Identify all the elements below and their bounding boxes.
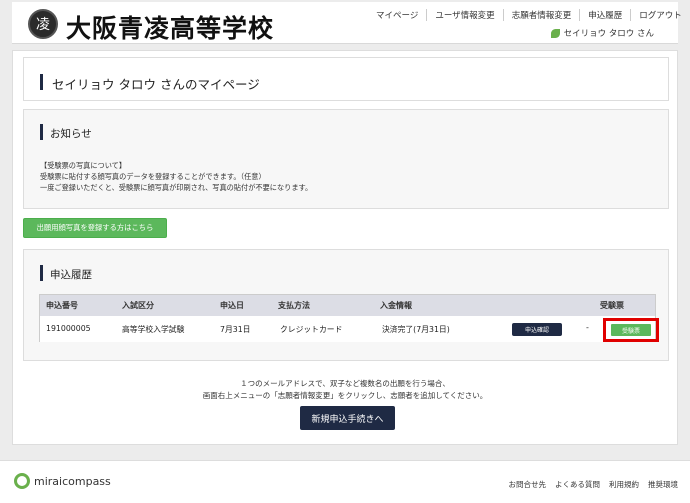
col-date: 申込日 xyxy=(220,301,244,310)
main-panel: セイリョウ タロウ さんのマイページ お知らせ 【受験票の写真について】 受験票… xyxy=(12,50,678,445)
history-title: 申込履歴 xyxy=(50,269,92,281)
register-photo-button[interactable]: 出願用顔写真を登録する方はこちら xyxy=(23,218,167,238)
footer-logo: miraicompass xyxy=(14,473,111,489)
notice-box: お知らせ 【受験票の写真について】 受験票に貼付する顔写真のデータを登録すること… xyxy=(23,109,669,209)
history-accent-bar xyxy=(40,265,43,281)
cell-date: 7月31日 xyxy=(220,325,251,334)
cell-dash: - xyxy=(586,323,589,332)
table-row: 191000005 高等学校入学試験 7月31日 クレジットカード 決済完了(7… xyxy=(40,316,659,342)
school-emblem-icon: 凌 xyxy=(28,9,58,39)
header-panel: 凌 大阪青凌高等学校 マイページ ユーザ情報変更 志願者情報変更 申込履歴 ログ… xyxy=(12,2,682,44)
nav-applicant-info[interactable]: 志願者情報変更 xyxy=(502,9,580,21)
leaf-icon xyxy=(550,28,560,38)
history-table: 申込番号 入試区分 申込日 支払方法 入金情報 受験票 191000005 高等… xyxy=(39,294,659,342)
notice-accent-bar xyxy=(40,124,43,140)
col-voucher: 受験票 xyxy=(600,301,624,310)
nav-mypage[interactable]: マイページ xyxy=(368,9,426,21)
footer-logo-text: miraicompass xyxy=(34,474,111,488)
history-box: 申込履歴 申込番号 入試区分 申込日 支払方法 入金情報 受験票 1910000… xyxy=(23,249,669,361)
cell-payment-info: 決済完了(7月31日) xyxy=(382,325,450,334)
col-payment-info: 入金情報 xyxy=(380,301,412,310)
nav-logout[interactable]: ログアウト xyxy=(630,9,690,21)
school-name: 大阪青凌高等学校 xyxy=(66,14,275,43)
col-number: 申込番号 xyxy=(46,301,78,310)
new-application-button[interactable]: 新規申込手続きへ xyxy=(300,406,395,430)
info-text: １つのメールアドレスで、双子など複数名の出願を行う場合、 画面右上メニューの「志… xyxy=(13,378,677,402)
miraicompass-logo-icon xyxy=(14,473,30,489)
nav-user-info[interactable]: ユーザ情報変更 xyxy=(426,9,502,21)
col-payment-method: 支払方法 xyxy=(278,301,310,310)
nav-history[interactable]: 申込履歴 xyxy=(579,9,630,21)
footer: miraicompass お問合せ先 よくある質問 利用規約 推奨環境 xyxy=(0,460,690,503)
title-accent-bar xyxy=(40,74,43,90)
notice-text: 【受験票の写真について】 受験票に貼付する顔写真のデータを登録することができます… xyxy=(40,160,312,193)
footer-link-faq[interactable]: よくある質問 xyxy=(555,479,600,490)
user-line: セイリョウ タロウ さん xyxy=(550,27,654,39)
notice-line: 【受験票の写真について】 xyxy=(40,161,127,170)
notice-line: 受験票に貼付する顔写真のデータを登録することができます。（任意） xyxy=(40,172,266,181)
voucher-highlight-frame: 受験票 xyxy=(603,318,659,342)
cell-category: 高等学校入学試験 xyxy=(122,325,185,334)
application-detail-button[interactable]: 申込確認 xyxy=(512,323,562,336)
cell-number: 191000005 xyxy=(46,324,91,333)
header: 凌 大阪青凌高等学校 マイページ ユーザ情報変更 志願者情報変更 申込履歴 ログ… xyxy=(0,0,690,46)
footer-link-environment[interactable]: 推奨環境 xyxy=(648,479,678,490)
cell-payment-method: クレジットカード xyxy=(280,325,343,334)
info-line: 画面右上メニューの「志願者情報変更」をクリックし、志願者を追加してください。 xyxy=(202,391,488,400)
exam-voucher-button[interactable]: 受験票 xyxy=(611,324,651,336)
info-line: １つのメールアドレスで、双子など複数名の出願を行う場合、 xyxy=(240,379,450,388)
col-category: 入試区分 xyxy=(122,301,154,310)
table-header: 申込番号 入試区分 申込日 支払方法 入金情報 受験票 xyxy=(40,295,655,316)
user-name: セイリョウ タロウ さん xyxy=(563,29,654,39)
footer-link-terms[interactable]: 利用規約 xyxy=(609,479,639,490)
notice-line: 一度ご登録いただくと、受験票に顔写真が印刷され、写真の貼付が不要になります。 xyxy=(40,183,313,192)
notice-title: お知らせ xyxy=(50,128,92,140)
footer-links: お問合せ先 よくある質問 利用規約 推奨環境 xyxy=(509,479,679,490)
page-title: セイリョウ タロウ さんのマイページ xyxy=(52,77,260,92)
title-box: セイリョウ タロウ さんのマイページ xyxy=(23,57,669,101)
footer-link-contact[interactable]: お問合せ先 xyxy=(509,479,547,490)
top-nav: マイページ ユーザ情報変更 志願者情報変更 申込履歴 ログアウト xyxy=(368,9,690,21)
